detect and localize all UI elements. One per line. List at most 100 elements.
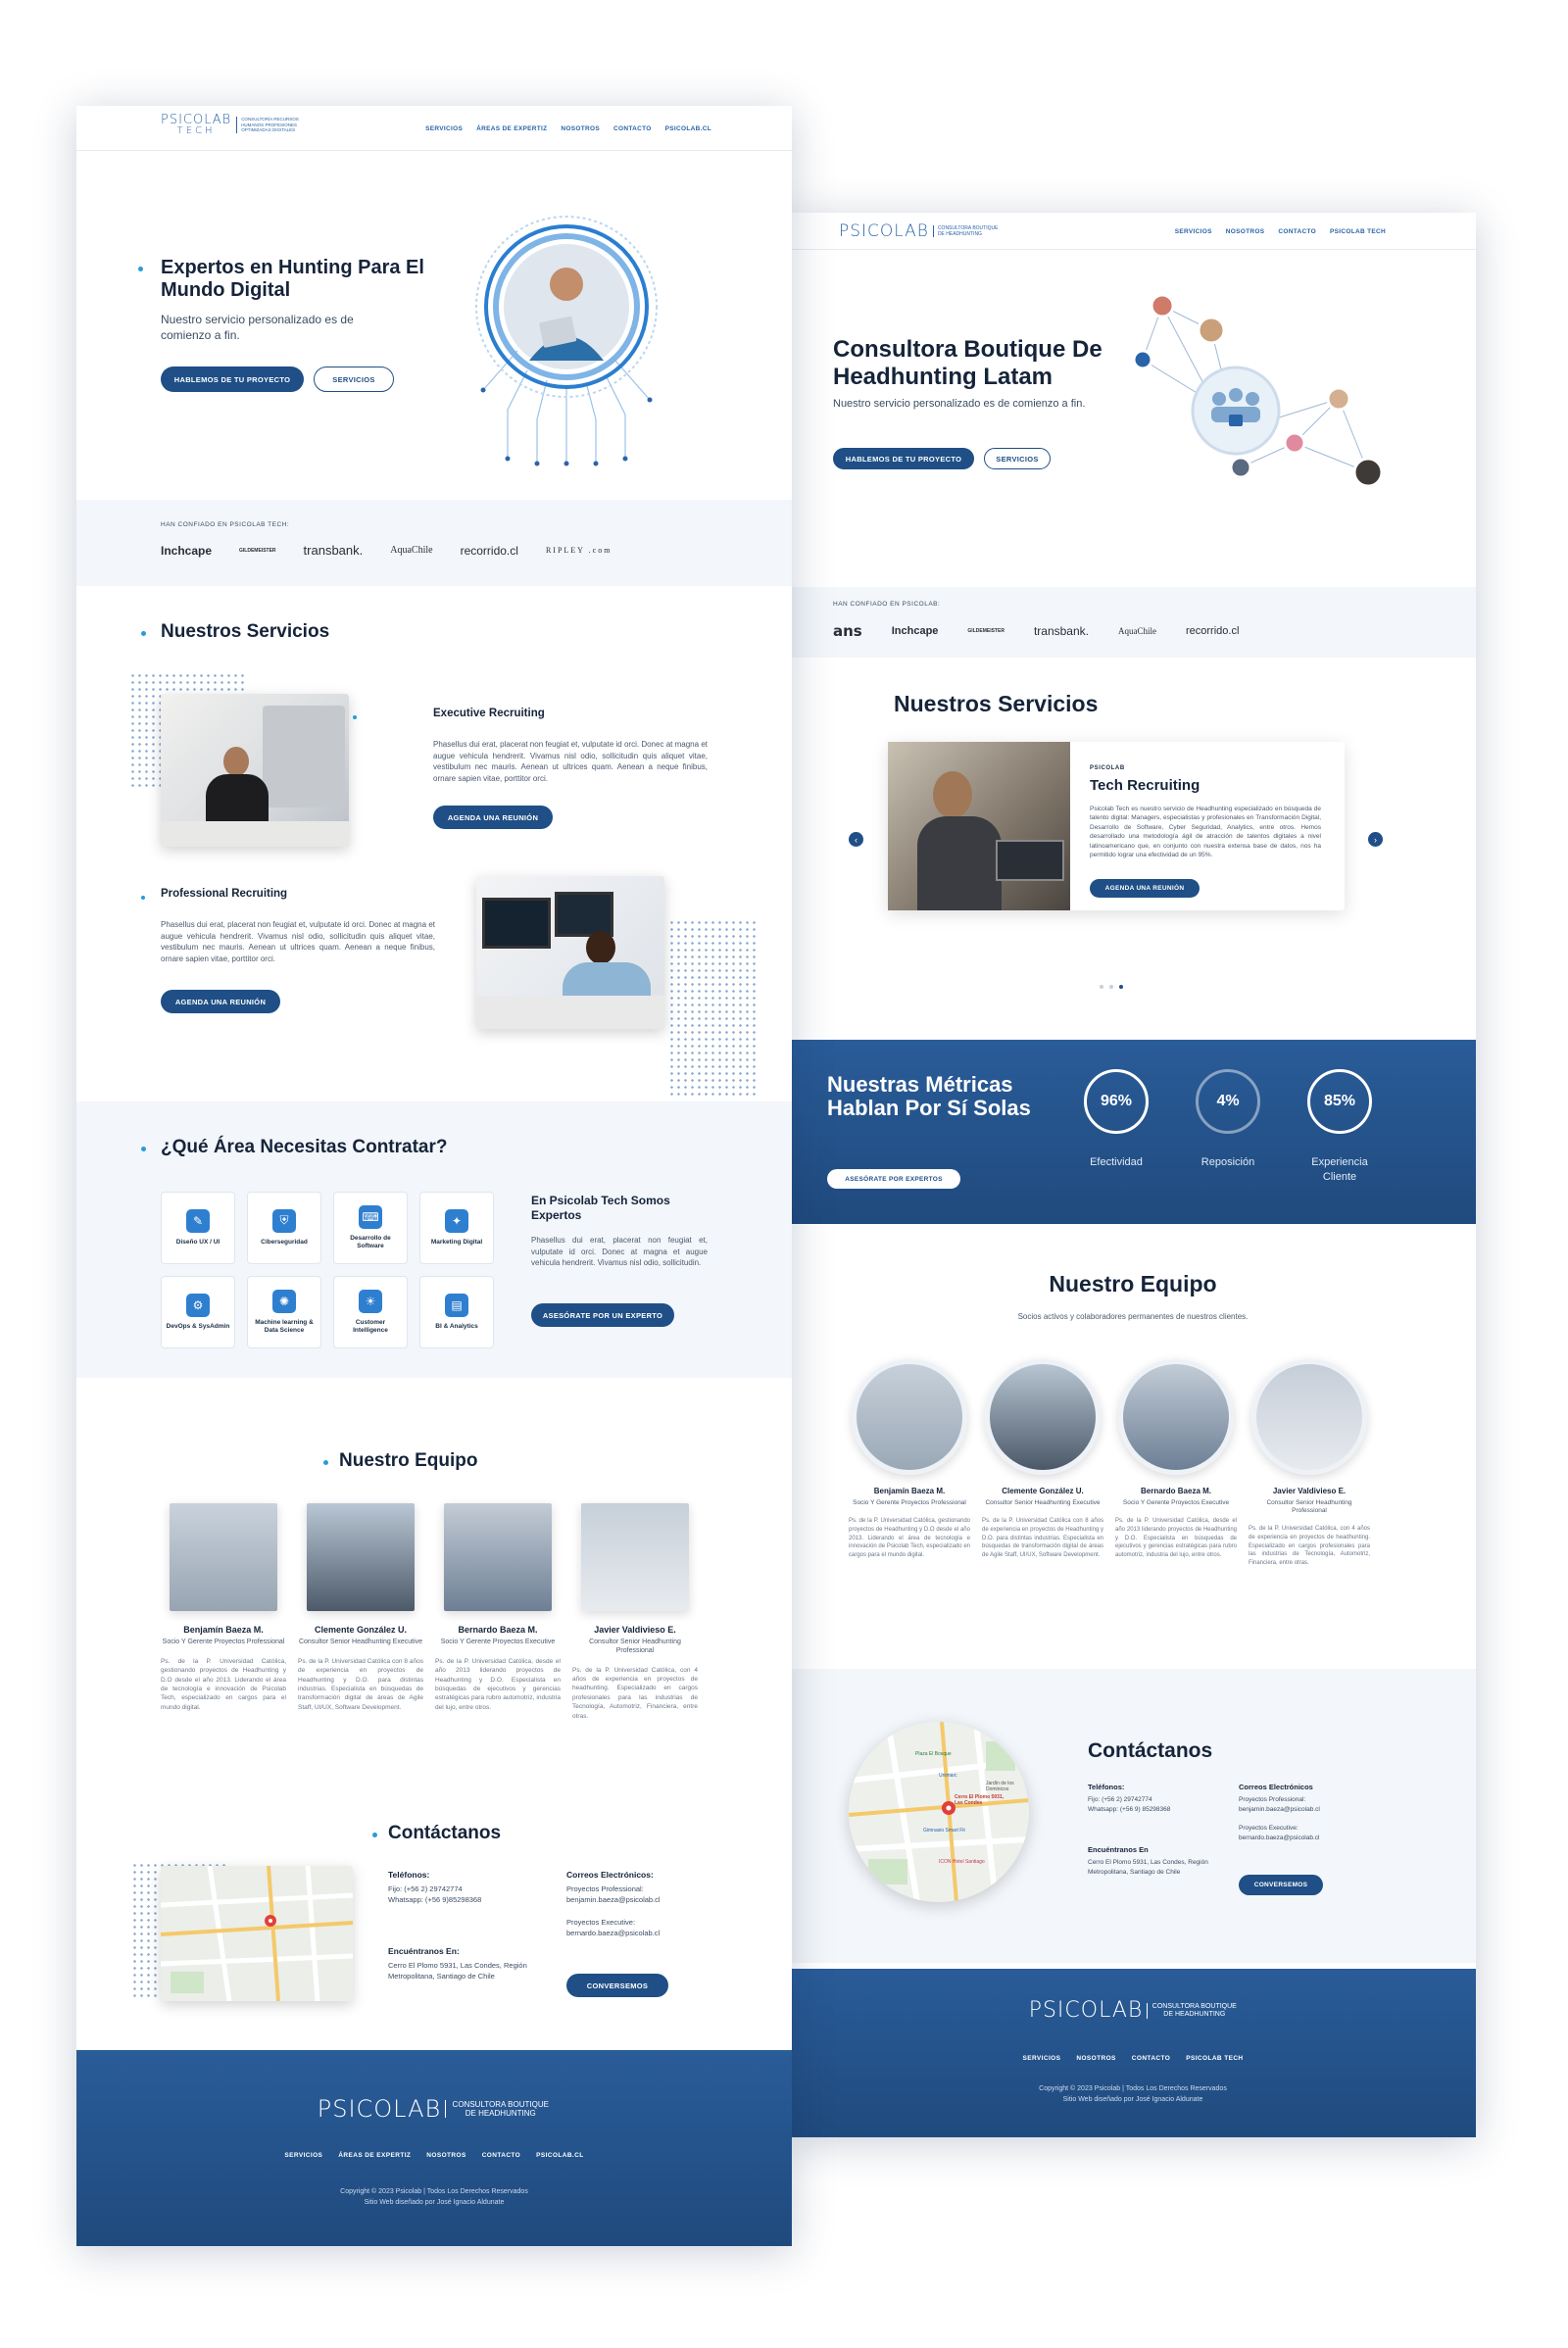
address-text: Cerro El Plomo 5931, Las Condes, Región …	[388, 1961, 527, 1981]
nav-areas[interactable]: ÁREAS DE EXPERTIZ	[476, 125, 547, 132]
areas-title: ¿Qué Área Necesitas Contratar?	[161, 1137, 448, 1157]
nav-nosotros[interactable]: NOSOTROS	[561, 125, 600, 132]
footer-link[interactable]: SERVICIOS	[284, 2152, 322, 2159]
map-label: Gimnasio Smart Fit	[923, 1828, 965, 1834]
member-role: Socio Y Gerente Proyectos Professional	[853, 1499, 966, 1506]
member-name: Javier Valdivieso E.	[1272, 1487, 1347, 1495]
area-card-devops[interactable]: ⚙ DevOps & SysAdmin	[161, 1276, 235, 1348]
service-text: Phasellus dui erat, placerat non feugiat…	[161, 920, 435, 963]
nav-contacto[interactable]: CONTACTO	[613, 125, 652, 132]
member-bio: Ps. de la P. Universidad Católica, gesti…	[849, 1518, 970, 1558]
area-card-software[interactable]: ⌨ Desarrollo de Software	[333, 1192, 408, 1264]
cta-hablemos-button[interactable]: HABLEMOS DE TU PROYECTO	[161, 367, 304, 392]
footer-link[interactable]: PSICOLAB.CL	[536, 2152, 583, 2159]
phones-text: Fijo: (+56 2) 29742774 Whatsapp: (+56 9)…	[1088, 1796, 1171, 1813]
conversemos-button[interactable]: CONVERSEMOS	[1239, 1875, 1323, 1895]
client-logos: Inchcape GILDEMEISTER transbank. AquaChi…	[161, 543, 612, 558]
member-role: Consultor Senior Headhunting Executive	[985, 1499, 1101, 1506]
title-bullet-icon	[323, 1460, 328, 1465]
carousel-next-icon[interactable]: ›	[1368, 832, 1383, 847]
area-card-ml[interactable]: ✺ Machine learning & Data Science	[247, 1276, 321, 1348]
boutique-logo[interactable]: PSICOLAB CONSULTORA BOUTIQUE DE HEADHUNT…	[839, 221, 1002, 241]
metric-ring-reposicion: 4%	[1196, 1069, 1260, 1134]
footer-link[interactable]: NOSOTROS	[1076, 2055, 1115, 2062]
agenda-reunion-button[interactable]: AGENDA UNA REUNIÓN	[161, 990, 280, 1013]
dot-pattern	[668, 919, 757, 1096]
areas-grid: ✎ Diseño UX / UI ⛨ Ciberseguridad ⌨ Desarro…	[161, 1192, 494, 1348]
metrics-cta-button[interactable]: ASESÓRATE POR EXPERTOS	[827, 1169, 960, 1189]
nav-nosotros[interactable]: NOSOTROS	[1226, 228, 1265, 235]
phones-text: Fijo: (+56 2) 29742774 Whatsapp: (+56 9)…	[388, 1884, 482, 1905]
nav-servicios[interactable]: SERVICIOS	[425, 125, 463, 132]
logo-tagline: CONSULTORÍA RECURSOS HUMANOS PROFESIONES…	[236, 117, 318, 133]
team-title: Nuestro Equipo	[1049, 1271, 1217, 1296]
team-member: Bernardo Baeza M. Socio Y Gerente Proyec…	[435, 1503, 561, 1712]
title-bullet-icon	[141, 1147, 146, 1151]
address-heading: Encuéntranos En	[1088, 1845, 1149, 1854]
metric-ring-experiencia: 85%	[1307, 1069, 1372, 1134]
contact-map[interactable]	[161, 1866, 353, 2001]
footer-link[interactable]: CONTACTO	[482, 2152, 520, 2159]
avatar	[1118, 1359, 1234, 1475]
map-label: Plaza El Bosque	[915, 1751, 952, 1757]
avatar	[444, 1503, 552, 1611]
professional-recruiting-photo	[476, 876, 664, 1029]
footer-link[interactable]: CONTACTO	[1132, 2055, 1170, 2062]
trusted-label: HAN CONFIADO EN PSICOLAB:	[833, 601, 941, 608]
tech-logo[interactable]: PSICOLAB TECH CONSULTORÍA RECURSOS HUMAN…	[161, 114, 318, 136]
carousel-dot-active[interactable]	[1119, 985, 1123, 989]
item-bullet-icon	[141, 896, 145, 900]
area-label: DevOps & SysAdmin	[166, 1322, 230, 1330]
footer-logo: PSICOLAB CONSULTORA BOUTIQUE DE HEADHUNT…	[76, 2095, 792, 2123]
avatar	[1251, 1359, 1367, 1475]
carousel-dots	[1100, 985, 1123, 989]
area-card-security[interactable]: ⛨ Ciberseguridad	[247, 1192, 321, 1264]
conversemos-button[interactable]: CONVERSEMOS	[566, 1974, 668, 1997]
megaphone-icon: ✦	[445, 1208, 468, 1233]
hero-title: Expertos en Hunting Para El Mundo Digita…	[161, 257, 424, 301]
trusted-label: HAN CONFIADO EN PSICOLAB TECH:	[161, 521, 290, 528]
area-card-customer[interactable]: ☀ Customer Intelligence	[333, 1276, 408, 1348]
logo-ans: ans	[833, 622, 862, 640]
footer-link[interactable]: PSICOLAB TECH	[1186, 2055, 1243, 2062]
member-bio: Ps. de la P. Universidad Católica, con 4…	[572, 1666, 698, 1720]
agenda-reunion-button[interactable]: AGENDA UNA REUNIÓN	[433, 806, 553, 829]
card-cta-button[interactable]: AGENDA UNA REUNIÓN	[1090, 879, 1200, 898]
logo-recorrido: recorrido.cl	[460, 543, 518, 558]
footer-logo-tag: CONSULTORA BOUTIQUE DE HEADHUNTING	[1147, 2002, 1237, 2019]
logo-sub: TECH	[176, 125, 216, 136]
member-bio: Ps. de la P. Universidad Católica con 8 …	[982, 1518, 1103, 1558]
hero-circuit-illustration	[475, 216, 658, 466]
tech-recruiter-photo	[888, 742, 1070, 910]
footer-link[interactable]: SERVICIOS	[1022, 2055, 1060, 2062]
nav-servicios[interactable]: SERVICIOS	[1175, 228, 1212, 235]
asesorate-button[interactable]: ASESÓRATE POR UN EXPERTO	[531, 1303, 674, 1327]
member-role: Socio Y Gerente Proyectos Executive	[440, 1639, 556, 1645]
area-card-marketing[interactable]: ✦ Marketing Digital	[419, 1192, 494, 1264]
area-label: Desarrollo de Software	[350, 1234, 391, 1249]
logo-wordmark: PSICOLAB	[839, 221, 929, 241]
carousel-dot[interactable]	[1100, 985, 1103, 989]
boutique-nav: SERVICIOS NOSOTROS CONTACTO PSICOLAB TEC…	[1175, 228, 1386, 235]
member-name: Bernardo Baeza M.	[1140, 1487, 1212, 1495]
area-card-ux[interactable]: ✎ Diseño UX / UI	[161, 1192, 235, 1264]
member-name: Benjamín Baeza M.	[873, 1487, 946, 1495]
cta-servicios-button[interactable]: SERVICIOS	[984, 448, 1051, 469]
metric-label: Experiencia Cliente	[1311, 1156, 1368, 1183]
member-role: Socio Y Gerente Proyectos Professional	[162, 1639, 285, 1645]
service-card: PSICOLAB Tech Recruiting Psicolab Tech e…	[888, 742, 1345, 910]
service-title: Executive Recruiting	[433, 708, 545, 719]
carousel-prev-icon[interactable]: ‹	[849, 832, 863, 847]
carousel-dot[interactable]	[1109, 985, 1113, 989]
code-icon: ⌨	[359, 1204, 382, 1229]
area-card-bi[interactable]: ▤ BI & Analytics	[419, 1276, 494, 1348]
footer-link[interactable]: NOSOTROS	[426, 2152, 466, 2159]
cta-servicios-button[interactable]: SERVICIOS	[314, 367, 394, 392]
brain-icon: ✺	[272, 1289, 296, 1313]
contact-map[interactable]: Cerro El Plomo 5931, Las Condes Unimarc …	[849, 1722, 1029, 1902]
nav-psicolab-cl[interactable]: PSICOLAB.CL	[665, 125, 711, 132]
cta-hablemos-button[interactable]: HABLEMOS DE TU PROYECTO	[833, 448, 974, 469]
footer-link[interactable]: ÁREAS DE EXPERTIZ	[338, 2152, 411, 2159]
nav-psicolab-tech[interactable]: PSICOLAB TECH	[1330, 228, 1386, 235]
nav-contacto[interactable]: CONTACTO	[1278, 228, 1316, 235]
